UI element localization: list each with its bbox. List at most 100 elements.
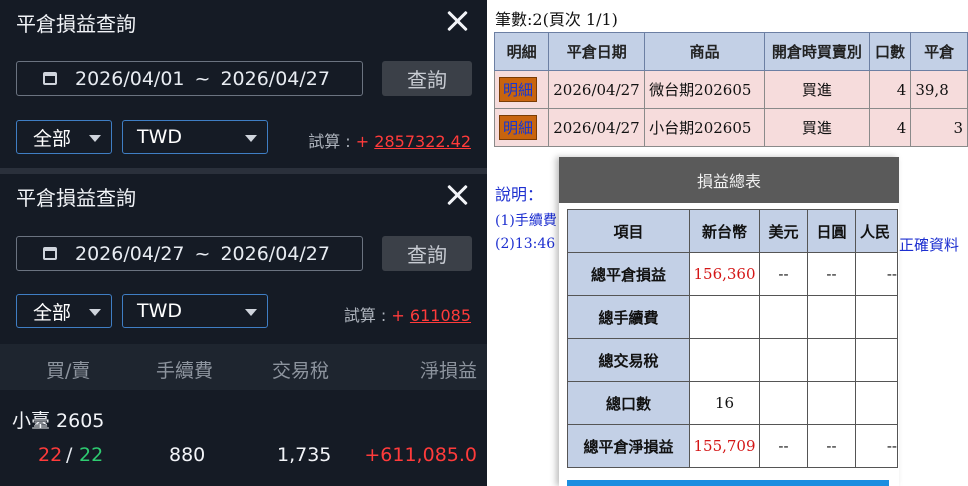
twd-value: 16: [689, 381, 760, 425]
twd-value: 156,360: [689, 252, 760, 296]
col-close-price: 平倉: [910, 32, 968, 71]
jpy-value: [807, 295, 856, 339]
close-icon[interactable]: [444, 8, 470, 34]
pnl-query-panel-day: 平倉損益查詢 2026/04/27 ~ 2026/04/27 查詢 全部 TWD…: [0, 174, 487, 486]
close-date: 2026/04/27: [548, 70, 646, 109]
chevron-down-icon: [89, 309, 101, 316]
usd-value: [759, 295, 808, 339]
col-item: 項目: [567, 209, 690, 253]
calc-label: 試算 :: [308, 132, 351, 151]
col-tax: 交易稅: [272, 360, 330, 382]
row-label: 總平倉損益: [567, 252, 690, 296]
currency-select[interactable]: TWD: [122, 120, 268, 154]
jpy-value: [807, 338, 856, 382]
qty: 4: [868, 108, 912, 147]
col-twd: 新台幣: [689, 209, 760, 253]
jpy-value: --: [807, 424, 856, 468]
pnl-query-panel-month: 平倉損益查詢 2026/04/01 ~ 2026/04/27 查詢 全部 TWD…: [0, 0, 487, 168]
usd-value: --: [759, 424, 808, 468]
note-line-2: (2)13:46: [495, 236, 556, 252]
chevron-down-icon: [245, 309, 257, 316]
table-header: 項目 新台幣 美元 日圓 人民: [567, 209, 898, 253]
calc-sign: +: [391, 306, 405, 325]
table-row: 明細 2026/04/27 微台期202605 買進 4 39,8: [493, 70, 968, 109]
jpy-value: --: [807, 252, 856, 296]
record-count: 筆數:2(頁次 1/1): [495, 10, 618, 29]
col-cny: 人民: [855, 209, 898, 253]
col-buy-sell: 買/賣: [46, 360, 91, 382]
category-value: 全部: [33, 301, 72, 324]
panel-title: 平倉損益查詢: [16, 186, 136, 210]
date-to: 2026/04/27: [220, 67, 330, 90]
calc-total: 試算 : + 2857322.42: [308, 128, 471, 152]
table-row: 明細 2026/04/27 小台期202605 買進 4 3: [493, 108, 968, 147]
col-product: 商品: [644, 32, 766, 71]
col-fee: 手續費: [156, 360, 214, 382]
table-row: 總平倉淨損益 155,709 -- -- --: [567, 424, 898, 468]
cny-value: --: [855, 252, 898, 296]
category-select[interactable]: 全部: [16, 120, 112, 154]
table-row: 總口數 16: [567, 381, 898, 425]
chevron-down-icon: [245, 135, 257, 142]
calc-sign: +: [355, 132, 370, 151]
calendar-icon: [43, 247, 57, 260]
col-open-side: 開倉時買賣別: [764, 32, 870, 71]
open-side: 買進: [764, 108, 870, 147]
note-title: 說明：: [495, 185, 544, 204]
col-detail: 明細: [493, 32, 550, 71]
date-range-field[interactable]: 2026/04/01 ~ 2026/04/27: [16, 61, 363, 96]
cny-value: --: [855, 424, 898, 468]
usd-value: [759, 338, 808, 382]
close-price: 39,8: [910, 70, 968, 109]
col-qty: 口數: [868, 32, 912, 71]
chevron-down-icon: [89, 135, 101, 142]
table-row: 總交易稅: [567, 338, 898, 382]
detail-button[interactable]: 明細: [499, 115, 538, 140]
query-button[interactable]: 查詢: [382, 236, 472, 271]
usd-value: [759, 381, 808, 425]
twd-value: 155,709: [689, 424, 760, 468]
qty: 4: [868, 70, 912, 109]
currency-value: TWD: [137, 300, 183, 322]
row-label: 總交易稅: [567, 338, 690, 382]
close-icon[interactable]: [444, 182, 470, 208]
cny-value: [855, 295, 898, 339]
modal-title: 損益總表: [559, 157, 899, 203]
col-jpy: 日圓: [807, 209, 856, 253]
date-range-field[interactable]: 2026/04/27 ~ 2026/04/27: [16, 236, 363, 271]
twd-value: [689, 295, 760, 339]
panel-title: 平倉損益查詢: [16, 12, 136, 36]
table-header: 明細 平倉日期 商品 開倉時買賣別 口數 平倉: [493, 32, 968, 71]
date-from: 2026/04/01: [75, 67, 185, 90]
calc-label: 試算 :: [343, 306, 387, 325]
table-row: 總手續費: [567, 295, 898, 339]
close-date: 2026/04/27: [548, 108, 646, 147]
twd-value: [689, 338, 760, 382]
category-value: 全部: [33, 127, 72, 150]
jpy-value: [807, 381, 856, 425]
row-label: 總口數: [567, 381, 690, 425]
summary-table: 項目 新台幣 美元 日圓 人民 總平倉損益 156,360 -- -- -- 總…: [567, 209, 898, 468]
summary-modal: 損益總表 項目 新台幣 美元 日圓 人民 總平倉損益 156,360 -- --…: [559, 157, 899, 486]
closed-position-report: 筆數:2(頁次 1/1) 明細 平倉日期 商品 開倉時買賣別 口數 平倉 明細 …: [487, 0, 968, 486]
row-product-name[interactable]: 小臺 2605: [12, 406, 104, 433]
date-tilde: ~: [194, 242, 211, 265]
col-usd: 美元: [759, 209, 808, 253]
cny-value: [855, 338, 898, 382]
cny-value: [855, 381, 898, 425]
product: 微台期202605: [644, 70, 766, 109]
col-close-date: 平倉日期: [548, 32, 646, 71]
row-label: 總手續費: [567, 295, 690, 339]
detail-button[interactable]: 明細: [499, 77, 538, 102]
calendar-icon: [43, 72, 57, 85]
qty-slash: /: [66, 444, 73, 466]
calc-value-link[interactable]: 611085: [410, 306, 471, 325]
category-select[interactable]: 全部: [16, 294, 112, 328]
calc-value-link[interactable]: 2857322.42: [374, 132, 471, 151]
query-button[interactable]: 查詢: [382, 61, 472, 96]
tax-value: 1,735: [277, 444, 332, 466]
note-line-1: (1)手續費: [495, 213, 557, 229]
currency-select[interactable]: TWD: [122, 294, 268, 328]
net-value: +611,085.0: [364, 444, 477, 466]
sell-qty: 22: [79, 444, 104, 466]
